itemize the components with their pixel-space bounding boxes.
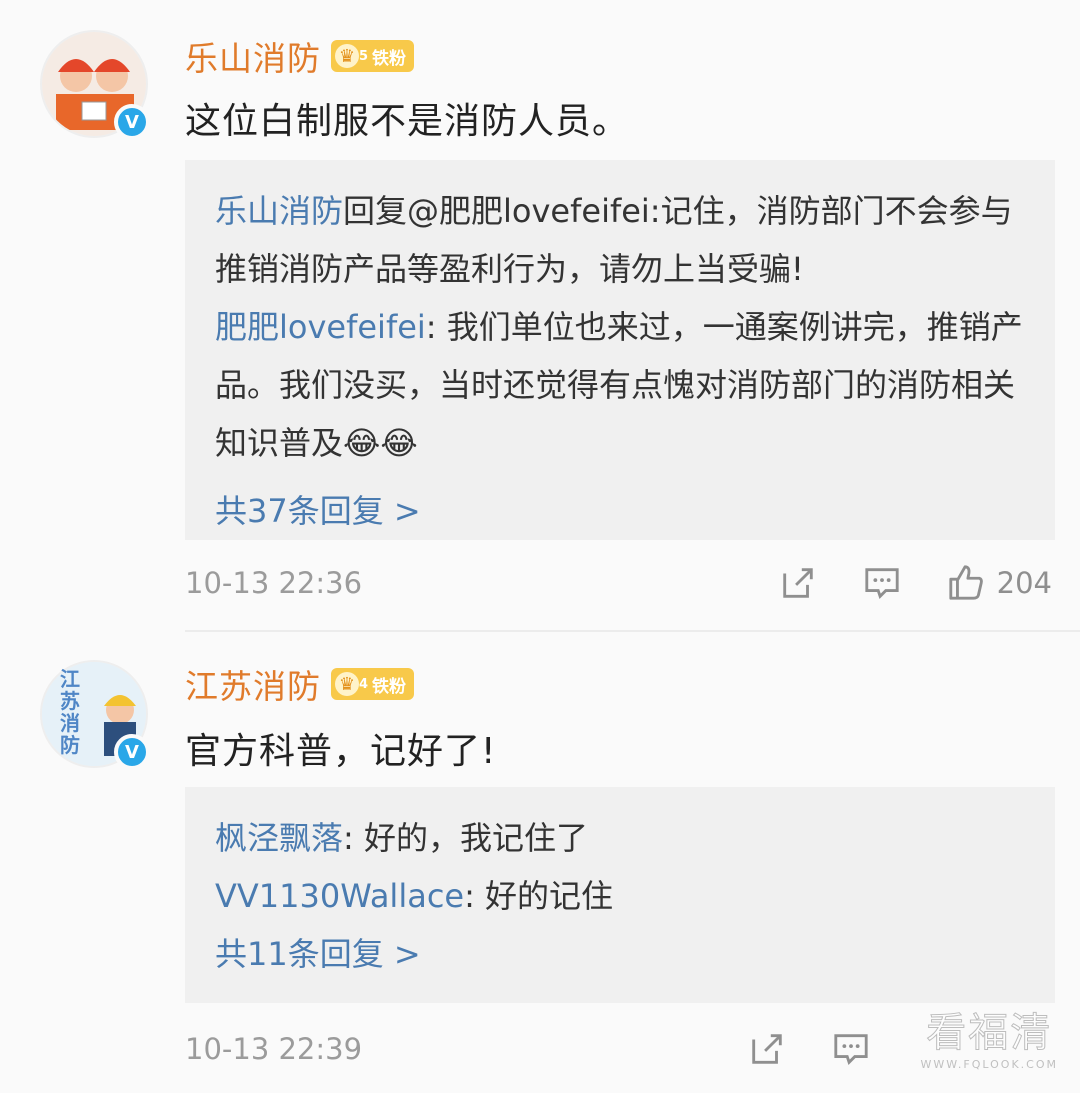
comment-item: 江苏消防 V 江苏消防 ♛ 4 铁粉 官方科普，记好了! 枫泾飘落: 好的，我记… [0, 632, 1080, 1093]
reply-item[interactable]: 枫泾飘落: 好的，我记住了 [215, 809, 1027, 867]
reply-author[interactable]: 乐山消防 [215, 192, 343, 230]
reply-item[interactable]: 肥肥lovefeifei: 我们单位也来过，一通案例讲完，推销产品。我们没买，当… [215, 298, 1027, 472]
avatar[interactable]: 江苏消防 V [40, 660, 150, 770]
crown-icon: ♛ [335, 672, 359, 696]
verified-v-icon: V [114, 734, 150, 770]
reply-author[interactable]: 枫泾飘落 [215, 819, 343, 857]
watermark: 看福清 WWW.FQLOOK.COM [920, 1000, 1058, 1072]
reply-box[interactable]: 乐山消防回复@肥肥lovefeifei:记住，消防部门不会参与推销消防产品等盈利… [185, 160, 1055, 540]
reply-author[interactable]: VV1130Wallace [215, 877, 464, 915]
fan-badge-label: 铁粉 [372, 48, 407, 69]
fan-badge[interactable]: ♛ 5 铁粉 [331, 40, 415, 72]
avatar-text: 江苏消防 [60, 667, 80, 757]
fan-badge-label: 铁粉 [372, 676, 407, 697]
watermark-sub: WWW.FQLOOK.COM [920, 1058, 1058, 1071]
reply-item[interactable]: VV1130Wallace: 好的记住 [215, 867, 1027, 925]
timestamp: 10-13 22:36 [185, 566, 363, 600]
comment-text: 官方科普，记好了! [185, 731, 497, 772]
like-button[interactable]: 204 [947, 564, 1052, 602]
like-count: 204 [996, 566, 1052, 600]
like-thumb-icon [949, 565, 983, 600]
timestamp: 10-13 22:39 [185, 1032, 363, 1066]
reply-body: : 好的记住 [464, 877, 614, 915]
comment-text: 这位白制服不是消防人员。 [185, 101, 630, 142]
comment-button[interactable] [832, 1030, 870, 1068]
user-name[interactable]: 乐山消防 [185, 32, 321, 80]
comment-icon [865, 568, 899, 599]
avatar[interactable]: V [40, 30, 150, 140]
reply-item[interactable]: 乐山消防回复@肥肥lovefeifei:记住，消防部门不会参与推销消防产品等盈利… [215, 182, 1027, 298]
watermark-main: 看福清 [926, 1010, 1053, 1057]
reply-author[interactable]: 肥肥lovefeifei [215, 308, 426, 346]
more-replies-link[interactable]: 共37条回复 > [215, 486, 1027, 532]
share-button[interactable] [748, 1030, 786, 1068]
crown-icon: ♛ [335, 44, 359, 68]
comment-item: V 乐山消防 ♛ 5 铁粉 这位白制服不是消防人员。 乐山消防回复@肥肥love… [0, 0, 1080, 630]
share-button[interactable] [779, 564, 817, 602]
comment-button[interactable] [863, 564, 901, 602]
share-icon [752, 1034, 782, 1064]
verified-v-icon: V [114, 104, 150, 140]
comment-icon [834, 1034, 868, 1065]
reply-body: : 好的，我记住了 [343, 819, 588, 857]
reply-box[interactable]: 枫泾飘落: 好的，我记住了 VV1130Wallace: 好的记住 共11条回复… [185, 787, 1055, 1003]
share-icon [782, 568, 813, 598]
fan-badge[interactable]: ♛ 4 铁粉 [331, 668, 415, 700]
fan-badge-level: 5 [359, 48, 369, 64]
user-name[interactable]: 江苏消防 [185, 660, 321, 708]
more-replies-link[interactable]: 共11条回复 > [215, 929, 1027, 975]
fan-badge-level: 4 [359, 676, 369, 692]
